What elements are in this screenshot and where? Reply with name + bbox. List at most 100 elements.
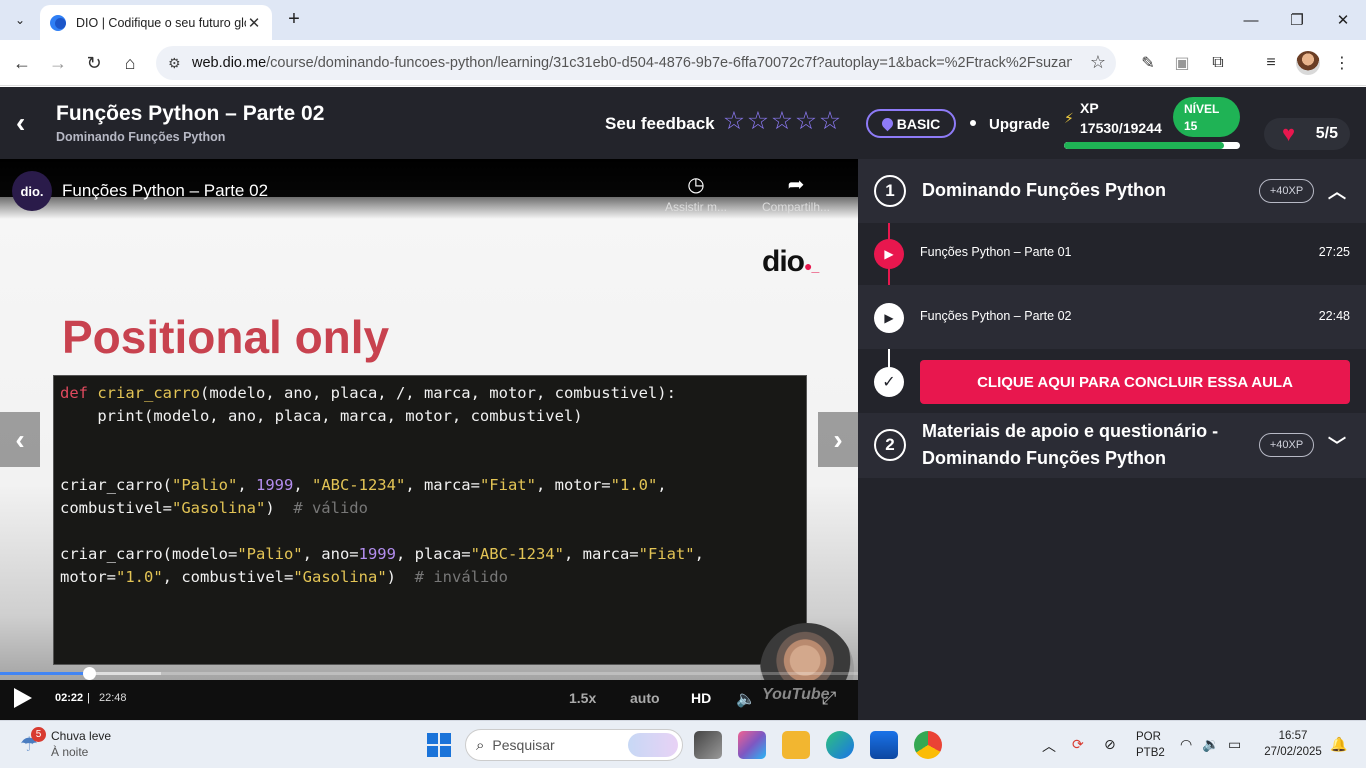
play-icon[interactable] — [14, 688, 32, 708]
star-4-icon[interactable]: ☆ — [794, 109, 818, 134]
code-block: def criar_carro(modelo, ano, placa, /, m… — [53, 375, 807, 665]
menu-kebab-icon[interactable]: ⋮ — [1330, 51, 1354, 75]
share-button[interactable]: ➦ Compartilh... — [756, 172, 836, 214]
search-highlight-image — [628, 733, 678, 757]
browser-tabstrip: ⌄ DIO | Codifique o seu futuro glo ✕ + —… — [0, 0, 1366, 40]
lesson-item-active[interactable]: ▶ Funções Python – Parte 02 22:48 — [858, 285, 1366, 349]
star-5-icon[interactable]: ☆ — [818, 109, 842, 134]
course-subtitle: Dominando Funções Python — [56, 130, 226, 144]
new-tab-plus-icon[interactable]: + — [282, 8, 306, 32]
share-arrow-icon: ➦ — [787, 174, 805, 196]
window-close-icon[interactable]: ✕ — [1320, 0, 1366, 40]
previous-slide-button[interactable]: ‹ — [0, 412, 40, 467]
site-info-icon[interactable]: ⚙ — [168, 55, 192, 72]
windows-start-icon[interactable] — [427, 733, 451, 757]
speaker-icon[interactable]: 🔉 — [1202, 736, 1219, 753]
module-1-header[interactable]: 1 Dominando Funções Python +40XP ︿ — [858, 159, 1366, 223]
home-icon[interactable]: ⌂ — [116, 49, 144, 77]
dio-favicon-icon — [50, 14, 66, 31]
chrome-icon[interactable] — [914, 731, 942, 759]
watch-later-button[interactable]: ◷ Assistir m... — [656, 172, 736, 214]
clock-time[interactable]: 16:57 — [1262, 730, 1324, 742]
plan-label: BASIC — [896, 115, 941, 132]
lesson-duration: 27:25 — [1318, 245, 1350, 259]
level-badge: NÍVEL 15 — [1173, 97, 1240, 137]
conclude-lesson-button[interactable]: CLIQUE AQUI PARA CONCLUIR ESSA AULA — [920, 360, 1350, 404]
duration: 22:48 — [99, 692, 127, 704]
code-line: def criar_carro(modelo, ano, placa, /, m… — [60, 384, 676, 402]
youtube-logo[interactable]: YouTube — [762, 686, 830, 712]
clock-date[interactable]: 27/02/2025 — [1258, 746, 1328, 758]
channel-avatar[interactable]: dio. — [12, 171, 52, 211]
minimize-icon[interactable]: — — [1228, 0, 1274, 40]
progress-scrubber[interactable] — [83, 667, 96, 680]
volume-icon[interactable]: 🔈 — [736, 689, 756, 709]
weather-time[interactable]: À noite — [51, 745, 88, 759]
weather-condition[interactable]: Chuva leve — [51, 729, 111, 743]
reload-icon[interactable]: ↻ — [80, 49, 108, 77]
module-title: Dominando Funções Python — [922, 180, 1167, 200]
browser-tab-active[interactable]: DIO | Codifique o seu futuro glo ✕ — [40, 5, 272, 40]
wifi-icon[interactable]: ◠ — [1180, 736, 1192, 753]
module-2-header[interactable]: 2 Materiais de apoio e questionário - Do… — [858, 413, 1366, 478]
upgrade-link[interactable]: Upgrade — [989, 116, 1050, 133]
speed-button[interactable]: 1.5x — [569, 690, 596, 706]
video-title[interactable]: Funções Python – Parte 02 — [62, 181, 268, 201]
hd-button[interactable]: HD — [691, 690, 711, 706]
slide-dio-logo: dio●_ — [762, 245, 819, 278]
battery-icon[interactable]: ▭ — [1228, 736, 1241, 753]
chevron-down-icon[interactable]: ﹀ — [1328, 432, 1346, 458]
current-time: 02:22 — [55, 692, 84, 704]
tab-close-icon[interactable]: ✕ — [246, 14, 262, 32]
separator-dot — [970, 120, 976, 126]
language-code[interactable]: POR — [1136, 731, 1161, 743]
tray-chevron-up-icon[interactable]: ︿ — [1042, 736, 1056, 756]
copilot-icon[interactable] — [738, 731, 766, 759]
taskbar-search[interactable]: ⌕ Pesquisar — [465, 729, 683, 761]
module-number: 1 — [874, 175, 906, 207]
code-line: criar_carro(modelo="Palio", ano=1999, pl… — [60, 545, 704, 563]
restore-icon[interactable]: ❐ — [1274, 0, 1320, 40]
back-chevron-icon[interactable]: ‹ — [16, 109, 40, 137]
edge-icon[interactable] — [826, 731, 854, 759]
media-control-icon[interactable]: ≡ — [1259, 51, 1283, 75]
tab-list-chevron-icon[interactable]: ⌄ — [8, 8, 32, 32]
star-3-icon[interactable]: ☆ — [770, 109, 794, 134]
back-arrow-icon[interactable]: ← — [8, 49, 36, 77]
time-separator: | — [87, 692, 90, 704]
eyedropper-icon[interactable]: ✎ — [1136, 51, 1160, 75]
plan-badge[interactable]: BASIC — [866, 109, 956, 138]
address-bar[interactable]: ⚙ web.dio.me/course/dominando-funcoes-py… — [156, 46, 1116, 80]
extension-p-icon[interactable]: ▣ — [1170, 51, 1194, 75]
next-slide-button[interactable]: › — [818, 412, 858, 467]
xp-label: XP — [1080, 100, 1099, 116]
store-icon[interactable] — [870, 731, 898, 759]
profile-avatar[interactable] — [1296, 51, 1320, 75]
chevron-up-icon[interactable]: ︿ — [1328, 178, 1346, 204]
video-progress-bar[interactable] — [0, 672, 858, 675]
course-header: ‹ Funções Python – Parte 02 Dominando Fu… — [0, 87, 1366, 159]
lesson-item[interactable]: ▶ Funções Python – Parte 01 27:25 — [858, 221, 1366, 285]
play-circle-icon: ▶ — [874, 303, 904, 333]
star-1-icon[interactable]: ☆ — [722, 109, 746, 134]
task-view-icon[interactable] — [694, 731, 722, 759]
lives-counter: ♥ 5/5 — [1264, 118, 1350, 150]
video-player[interactable]: dio●_ Positional only def criar_carro(mo… — [0, 159, 858, 720]
network-off-icon[interactable]: ⊘ — [1104, 736, 1116, 753]
file-explorer-icon[interactable] — [782, 731, 810, 759]
progress-played — [0, 672, 90, 675]
fullscreen-icon[interactable]: ⤢ — [822, 688, 836, 709]
lightning-icon: ⚡ — [1064, 110, 1074, 126]
bookmark-star-icon[interactable]: ☆ — [1090, 52, 1106, 73]
keyboard-layout[interactable]: PTB2 — [1136, 747, 1165, 759]
forward-arrow-icon[interactable]: → — [44, 49, 72, 77]
browser-toolbar: ← → ↻ ⌂ ⚙ web.dio.me/course/dominando-fu… — [0, 40, 1366, 86]
tab-title: DIO | Codifique o seu futuro glo — [76, 15, 246, 30]
extensions-puzzle-icon[interactable]: ⧉ — [1206, 51, 1230, 75]
star-2-icon[interactable]: ☆ — [746, 109, 770, 134]
sync-error-icon[interactable]: ⟳ — [1072, 736, 1084, 753]
quality-auto-button[interactable]: auto — [630, 690, 660, 706]
notification-bell-icon[interactable]: 🔔 — [1330, 736, 1347, 753]
module-title-line1: Materiais de apoio e questionário - — [922, 421, 1219, 441]
